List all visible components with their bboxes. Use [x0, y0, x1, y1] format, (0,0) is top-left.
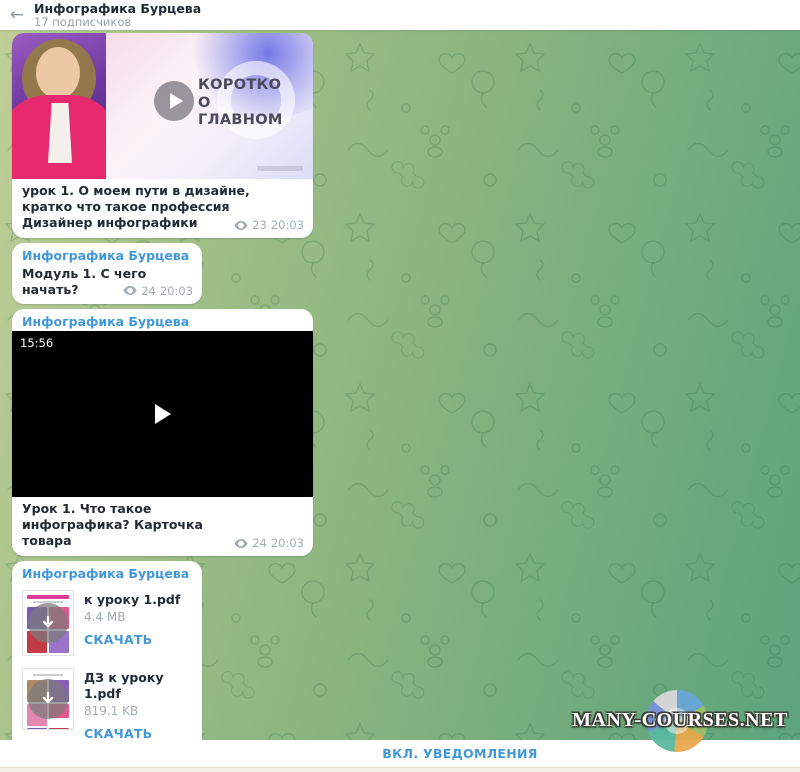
- pdf-thumbnail[interactable]: [22, 590, 74, 656]
- video-thumbnail[interactable]: КОРОТКО О ГЛАВНОМ: [12, 33, 313, 179]
- file-row-pdf2[interactable]: 123 ДЗ к уроку 1.pdf 819.1 KB СКАЧАТЬ: [22, 668, 192, 740]
- channel-name-link[interactable]: Инфографика Бурцева: [12, 561, 202, 584]
- file-row-pdf1[interactable]: к уроку 1.pdf 4.4 MB СКАЧАТЬ: [22, 590, 192, 656]
- views-count: 24: [141, 284, 156, 298]
- enable-notifications-label: ВКЛ. УВЕДОМЛЕНИЯ: [382, 746, 537, 761]
- play-button-icon[interactable]: [155, 404, 171, 424]
- message-meta: 24 20:03: [234, 536, 304, 550]
- thumb-title: КОРОТКО О ГЛАВНОМ: [198, 77, 298, 130]
- thumb-credit: [257, 166, 303, 171]
- download-link[interactable]: СКАЧАТЬ: [84, 726, 192, 740]
- file-name: к уроку 1.pdf: [84, 592, 180, 608]
- video-title-card: КОРОТКО О ГЛАВНОМ: [106, 33, 313, 179]
- message-meta: 24 20:03: [123, 284, 193, 298]
- message-text: Инфографика Бурцева Модуль 1. С чего нач…: [12, 243, 202, 304]
- telegram-channel-view: ← Инфографика Бурцева 17 подписчиков: [0, 0, 800, 772]
- views-icon: [234, 221, 248, 230]
- window-bottom-strip: [0, 767, 800, 772]
- views-icon: [123, 286, 137, 295]
- message-time: 20:03: [160, 284, 193, 298]
- message-time: 20:03: [271, 536, 304, 550]
- file-size: 819.1 KB: [84, 704, 192, 718]
- video-player[interactable]: 15:56: [12, 331, 313, 497]
- views-count: 23: [252, 218, 267, 232]
- back-icon[interactable]: ←: [0, 7, 34, 24]
- chat-header: ← Инфографика Бурцева 17 подписчиков: [0, 0, 800, 30]
- video-duration: 15:56: [20, 336, 53, 350]
- views-count: 24: [252, 536, 267, 550]
- message-video-lesson1: Инфографика Бурцева 15:56 Урок 1. Что та…: [12, 309, 313, 557]
- views-icon: [234, 539, 248, 548]
- pdf-thumbnail[interactable]: 123: [22, 668, 74, 730]
- file-name: ДЗ к уроку 1.pdf: [84, 670, 192, 703]
- message-files: Инфографика Бурцева к уроку 1.pdf 4.: [12, 561, 202, 740]
- download-link[interactable]: СКАЧАТЬ: [84, 632, 180, 647]
- message-meta: 23 20:03: [234, 218, 304, 232]
- presenter-photo: [12, 33, 106, 179]
- message-time: 20:03: [271, 218, 304, 232]
- chat-area: КОРОТКО О ГЛАВНОМ урок 1. О моем пути в …: [0, 30, 800, 740]
- download-arrow-icon[interactable]: [28, 679, 68, 719]
- enable-notifications-button[interactable]: ВКЛ. УВЕДОМЛЕНИЯ: [0, 740, 800, 767]
- message-video-intro: КОРОТКО О ГЛАВНОМ урок 1. О моем пути в …: [12, 33, 313, 238]
- chat-title: Инфографика Бурцева: [34, 2, 201, 16]
- channel-name-link[interactable]: Инфографика Бурцева: [12, 243, 202, 266]
- subscriber-count: 17 подписчиков: [34, 16, 201, 29]
- file-size: 4.4 MB: [84, 610, 180, 624]
- play-button-icon[interactable]: [154, 81, 194, 121]
- download-arrow-icon[interactable]: [28, 603, 68, 643]
- channel-name-link[interactable]: Инфографика Бурцева: [12, 309, 313, 332]
